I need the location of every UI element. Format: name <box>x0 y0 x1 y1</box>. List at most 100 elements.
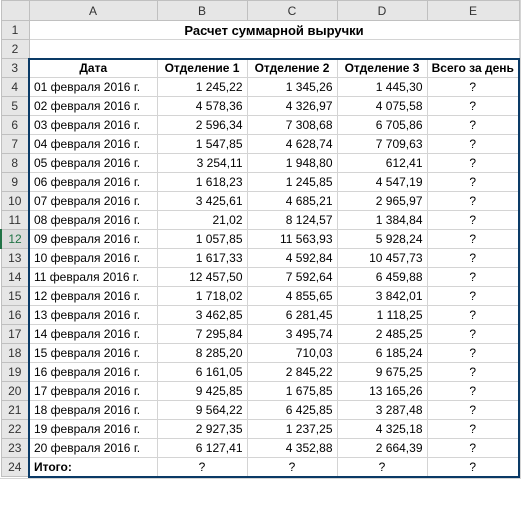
cell-d2[interactable]: 710,03 <box>247 344 337 363</box>
row-header-14[interactable]: 14 <box>1 268 29 287</box>
col-header-E[interactable]: E <box>427 1 519 21</box>
row-header-9[interactable]: 9 <box>1 173 29 192</box>
cell-total[interactable]: ? <box>427 306 519 325</box>
cell-d3[interactable]: 1 384,84 <box>337 211 427 230</box>
row-header-23[interactable]: 23 <box>1 439 29 458</box>
cell-d2[interactable]: 3 495,74 <box>247 325 337 344</box>
cell-d1[interactable]: 12 457,50 <box>157 268 247 287</box>
footer-d2[interactable]: ? <box>247 458 337 477</box>
row-header-15[interactable]: 15 <box>1 287 29 306</box>
cell-d1[interactable]: 3 425,61 <box>157 192 247 211</box>
cell-d3[interactable]: 2 664,39 <box>337 439 427 458</box>
cell-d2[interactable]: 1 345,26 <box>247 78 337 97</box>
cell-date[interactable]: 01 февраля 2016 г. <box>29 78 157 97</box>
header-date[interactable]: Дата <box>29 59 157 78</box>
cell-d3[interactable]: 9 675,25 <box>337 363 427 382</box>
cell-date[interactable]: 07 февраля 2016 г. <box>29 192 157 211</box>
cell-date[interactable]: 03 февраля 2016 г. <box>29 116 157 135</box>
cell-d1[interactable]: 1 618,23 <box>157 173 247 192</box>
cell-total[interactable]: ? <box>427 268 519 287</box>
cell-d3[interactable]: 2 485,25 <box>337 325 427 344</box>
cell-total[interactable]: ? <box>427 116 519 135</box>
cell-d3[interactable]: 1 118,25 <box>337 306 427 325</box>
col-header-C[interactable]: C <box>247 1 337 21</box>
cell-d3[interactable]: 10 457,73 <box>337 249 427 268</box>
row-header-7[interactable]: 7 <box>1 135 29 154</box>
row-header-1[interactable]: 1 <box>1 21 29 40</box>
cell-date[interactable]: 18 февраля 2016 г. <box>29 401 157 420</box>
row-header-4[interactable]: 4 <box>1 78 29 97</box>
col-header-B[interactable]: B <box>157 1 247 21</box>
cell-d3[interactable]: 4 547,19 <box>337 173 427 192</box>
cell-date[interactable]: 12 февраля 2016 г. <box>29 287 157 306</box>
footer-total[interactable]: ? <box>427 458 519 477</box>
cell-total[interactable]: ? <box>427 192 519 211</box>
cell-total[interactable]: ? <box>427 249 519 268</box>
cell-d3[interactable]: 4 075,58 <box>337 97 427 116</box>
cell-d2[interactable]: 4 685,21 <box>247 192 337 211</box>
cell-date[interactable]: 04 февраля 2016 г. <box>29 135 157 154</box>
cell-d2[interactable]: 1 948,80 <box>247 154 337 173</box>
cell-d1[interactable]: 1 617,33 <box>157 249 247 268</box>
col-header-D[interactable]: D <box>337 1 427 21</box>
footer-d3[interactable]: ? <box>337 458 427 477</box>
cell-d1[interactable]: 7 295,84 <box>157 325 247 344</box>
row-header-22[interactable]: 22 <box>1 420 29 439</box>
cell-d3[interactable]: 1 445,30 <box>337 78 427 97</box>
row-header-8[interactable]: 8 <box>1 154 29 173</box>
cell-d3[interactable]: 6 185,24 <box>337 344 427 363</box>
cell-d1[interactable]: 9 425,85 <box>157 382 247 401</box>
cell-date[interactable]: 19 февраля 2016 г. <box>29 420 157 439</box>
cell-d1[interactable]: 1 057,85 <box>157 230 247 249</box>
cell-total[interactable]: ? <box>427 211 519 230</box>
header-dept3[interactable]: Отделение 3 <box>337 59 427 78</box>
cell-date[interactable]: 16 февраля 2016 г. <box>29 363 157 382</box>
cell-date[interactable]: 20 февраля 2016 г. <box>29 439 157 458</box>
cell-d2[interactable]: 4 326,97 <box>247 97 337 116</box>
cell-d2[interactable]: 1 245,85 <box>247 173 337 192</box>
blank-row[interactable] <box>29 40 519 59</box>
cell-total[interactable]: ? <box>427 287 519 306</box>
cell-total[interactable]: ? <box>427 420 519 439</box>
cell-d3[interactable]: 7 709,63 <box>337 135 427 154</box>
cell-total[interactable]: ? <box>427 344 519 363</box>
cell-date[interactable]: 15 февраля 2016 г. <box>29 344 157 363</box>
cell-date[interactable]: 02 февраля 2016 г. <box>29 97 157 116</box>
cell-date[interactable]: 11 февраля 2016 г. <box>29 268 157 287</box>
col-header-A[interactable]: A <box>29 1 157 21</box>
cell-date[interactable]: 05 февраля 2016 г. <box>29 154 157 173</box>
row-header-6[interactable]: 6 <box>1 116 29 135</box>
footer-label[interactable]: Итого: <box>29 458 157 477</box>
cell-d2[interactable]: 1 237,25 <box>247 420 337 439</box>
header-dept1[interactable]: Отделение 1 <box>157 59 247 78</box>
row-header-20[interactable]: 20 <box>1 382 29 401</box>
cell-total[interactable]: ? <box>427 325 519 344</box>
title-cell[interactable]: Расчет суммарной выручки <box>29 21 519 40</box>
cell-d2[interactable]: 11 563,93 <box>247 230 337 249</box>
header-dept2[interactable]: Отделение 2 <box>247 59 337 78</box>
cell-d2[interactable]: 6 425,85 <box>247 401 337 420</box>
row-header-17[interactable]: 17 <box>1 325 29 344</box>
cell-date[interactable]: 14 февраля 2016 г. <box>29 325 157 344</box>
row-header-19[interactable]: 19 <box>1 363 29 382</box>
cell-d3[interactable]: 3 287,48 <box>337 401 427 420</box>
cell-total[interactable]: ? <box>427 173 519 192</box>
row-header-3[interactable]: 3 <box>1 59 29 78</box>
row-header-11[interactable]: 11 <box>1 211 29 230</box>
cell-d1[interactable]: 1 547,85 <box>157 135 247 154</box>
row-header-2[interactable]: 2 <box>1 40 29 59</box>
cell-d2[interactable]: 8 124,57 <box>247 211 337 230</box>
footer-d1[interactable]: ? <box>157 458 247 477</box>
cell-date[interactable]: 06 февраля 2016 г. <box>29 173 157 192</box>
cell-total[interactable]: ? <box>427 135 519 154</box>
cell-d1[interactable]: 6 127,41 <box>157 439 247 458</box>
cell-date[interactable]: 10 февраля 2016 г. <box>29 249 157 268</box>
cell-d1[interactable]: 1 718,02 <box>157 287 247 306</box>
row-header-21[interactable]: 21 <box>1 401 29 420</box>
cell-d2[interactable]: 6 281,45 <box>247 306 337 325</box>
cell-d1[interactable]: 21,02 <box>157 211 247 230</box>
header-total[interactable]: Всего за день <box>427 59 519 78</box>
cell-d3[interactable]: 3 842,01 <box>337 287 427 306</box>
cell-d3[interactable]: 6 459,88 <box>337 268 427 287</box>
cell-total[interactable]: ? <box>427 78 519 97</box>
